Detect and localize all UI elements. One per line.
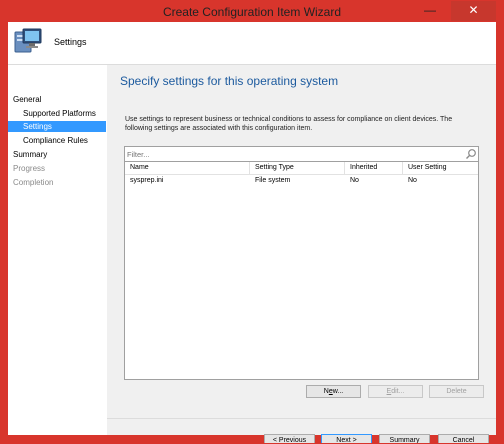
- cell-user-setting: No: [408, 177, 417, 184]
- wizard-main-panel: Specify settings for this operating syst…: [107, 65, 496, 443]
- nav-item-general[interactable]: General: [8, 94, 106, 105]
- cell-inherited: No: [350, 177, 359, 184]
- nav-item-compliance-rules[interactable]: Compliance Rules: [8, 135, 106, 146]
- column-header-user-setting[interactable]: User Setting: [403, 162, 478, 174]
- cancel-button[interactable]: Cancel: [438, 434, 489, 443]
- wizard-nav: General Supported Platforms Settings Com…: [8, 65, 106, 435]
- new-button-label-end: w...: [332, 388, 344, 395]
- column-header-setting-type[interactable]: Setting Type: [250, 162, 345, 174]
- previous-button-label-end: revious: [283, 437, 307, 444]
- grid-rows: sysprep.ini File system No No: [125, 175, 478, 187]
- wizard-window: Create Configuration Item Wizard — ✕ Set…: [0, 0, 504, 444]
- delete-button[interactable]: Delete: [429, 385, 484, 398]
- edit-button-label-end: dit...: [391, 388, 405, 395]
- nav-item-completion: Completion: [13, 178, 54, 187]
- search-icon[interactable]: [465, 148, 477, 160]
- column-header-name[interactable]: Name: [125, 162, 250, 174]
- previous-button[interactable]: < Previous: [264, 434, 315, 444]
- nav-item-supported-platforms[interactable]: Supported Platforms: [8, 108, 106, 119]
- filter-input[interactable]: [127, 148, 457, 160]
- nav-item-settings[interactable]: Settings: [8, 121, 106, 132]
- wizard-header: Settings: [8, 22, 496, 65]
- computer-icon: [14, 28, 42, 53]
- page-title: Specify settings for this operating syst…: [120, 74, 339, 88]
- page-description: Use settings to represent business or te…: [125, 116, 453, 132]
- next-button[interactable]: Next >: [321, 434, 372, 444]
- cell-setting-type: File system: [255, 177, 291, 184]
- new-button[interactable]: New...: [306, 385, 361, 398]
- minimize-button[interactable]: —: [417, 1, 443, 21]
- summary-button[interactable]: Summary: [379, 434, 430, 444]
- footer-divider: [107, 418, 496, 419]
- edit-button[interactable]: Edit...: [368, 385, 423, 398]
- filter-bar: [125, 147, 478, 162]
- column-header-inherited[interactable]: Inherited: [345, 162, 403, 174]
- cell-name: sysprep.ini: [130, 177, 164, 184]
- summary-button-label-end: ummary: [394, 437, 420, 444]
- grid-column-headers: Name Setting Type Inherited User Setting: [125, 162, 478, 175]
- settings-grid: Name Setting Type Inherited User Setting…: [124, 146, 479, 380]
- next-button-label-end: ext >: [341, 437, 357, 444]
- nav-item-progress: Progress: [13, 164, 46, 173]
- nav-item-summary[interactable]: Summary: [8, 149, 106, 160]
- table-row[interactable]: sysprep.ini File system No No: [125, 175, 478, 187]
- wizard-client-area: Settings General Supported Platforms Set…: [8, 22, 496, 443]
- close-button[interactable]: ✕: [451, 1, 496, 21]
- title-bar[interactable]: Create Configuration Item Wizard — ✕: [1, 1, 503, 22]
- header-title: Settings: [54, 37, 87, 47]
